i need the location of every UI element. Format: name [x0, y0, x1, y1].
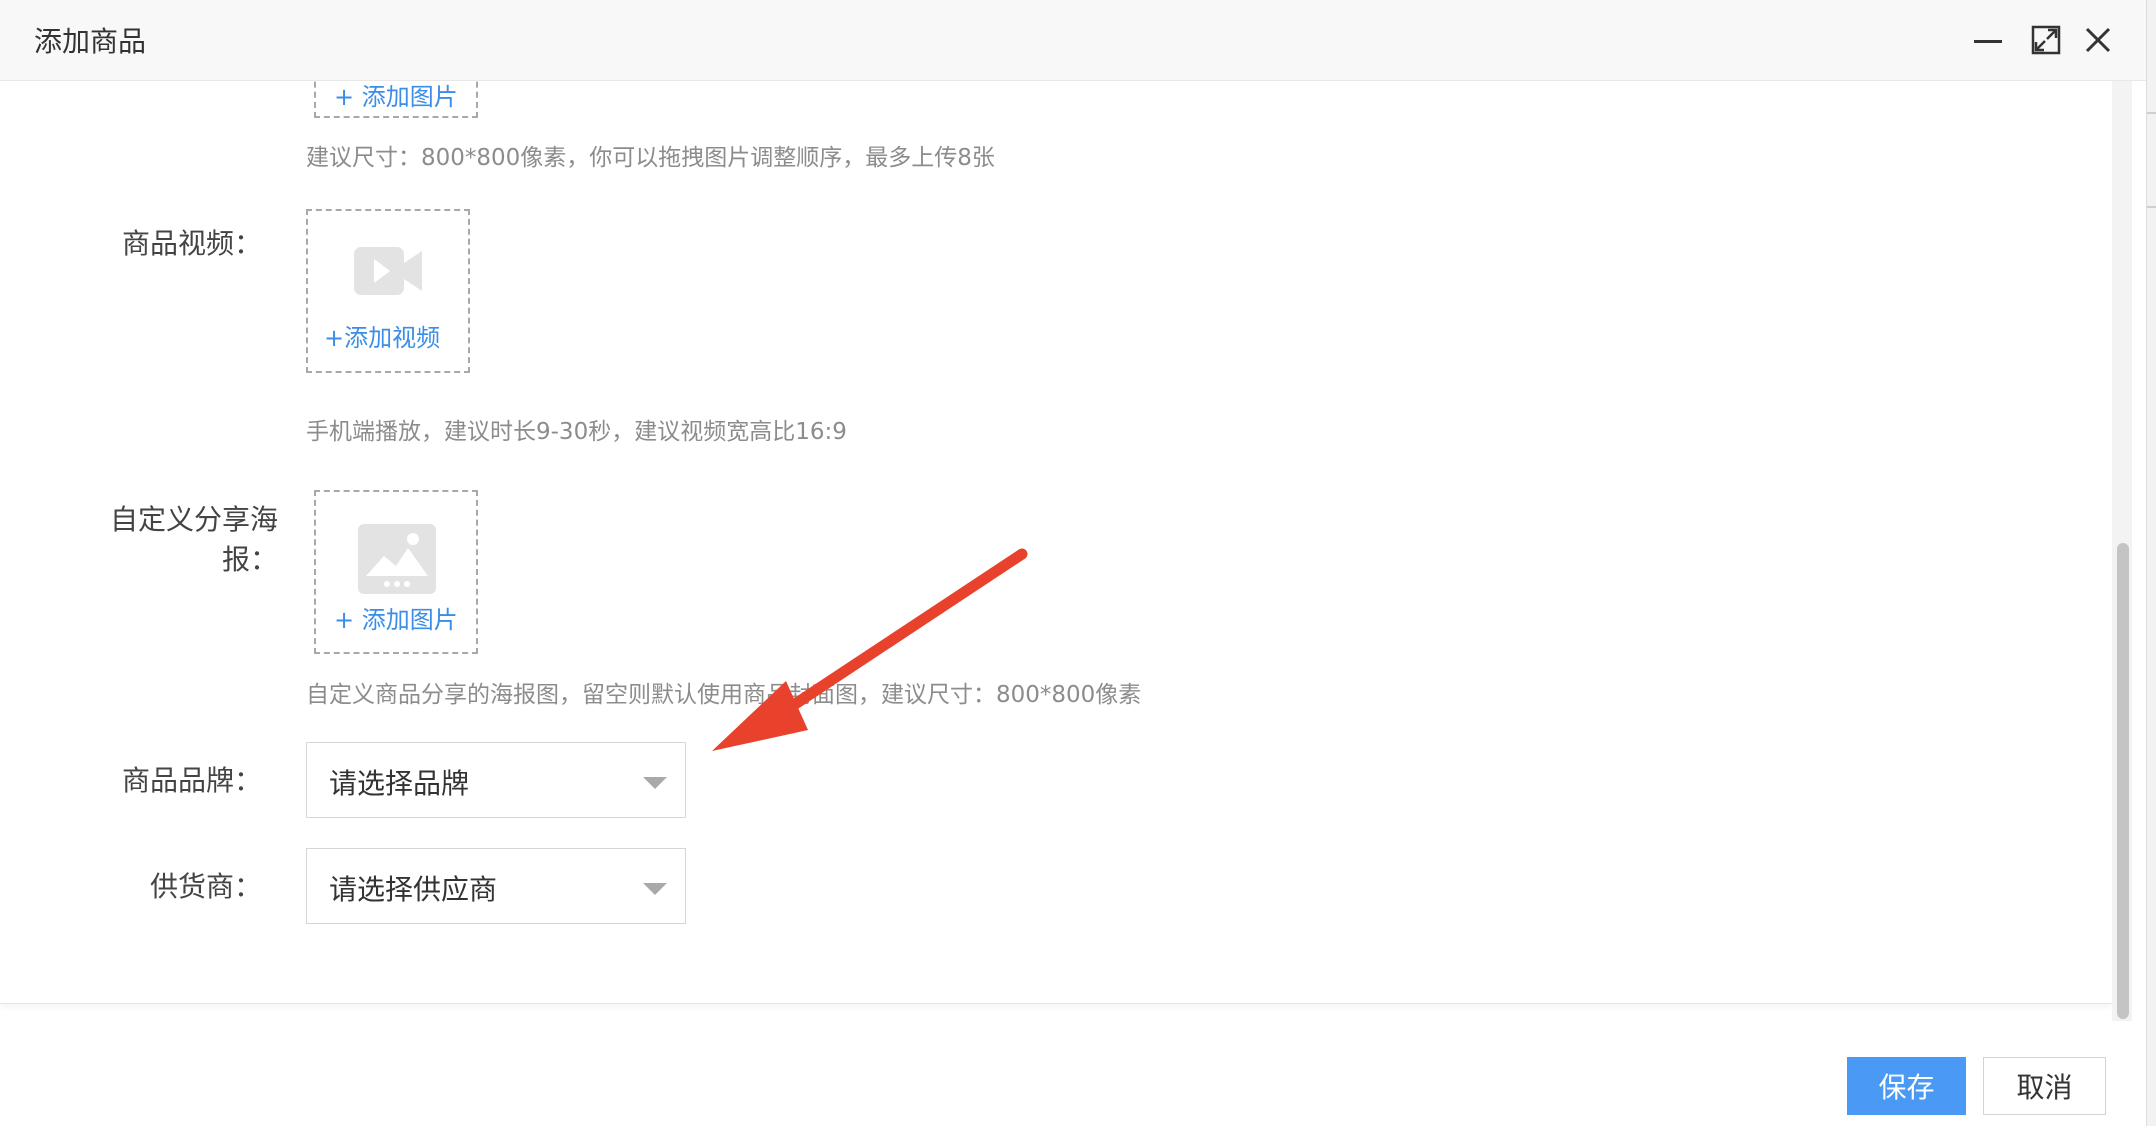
scrollbar-thumb[interactable] — [2117, 543, 2129, 1019]
add-video-link[interactable]: +添加视频 — [324, 318, 440, 353]
dialog-title: 添加商品 — [34, 25, 147, 58]
brand-select-placeholder: 请选择品牌 — [329, 767, 470, 800]
maximize-button[interactable] — [2024, 18, 2068, 62]
brand-select[interactable]: 请选择品牌 — [306, 742, 686, 818]
brand-label: 商品品牌： — [121, 764, 262, 797]
chevron-down-icon — [643, 883, 667, 895]
video-upload[interactable]: +添加视频 — [306, 209, 470, 373]
video-label: 商品视频： — [121, 227, 262, 260]
save-button[interactable]: 保存 — [1847, 1057, 1966, 1115]
minimize-button[interactable] — [1966, 18, 2010, 62]
video-camera-icon — [354, 247, 422, 295]
supplier-select[interactable]: 请选择供应商 — [306, 848, 686, 924]
poster-label-line2: 报： — [221, 543, 278, 576]
background-window-edge — [2146, 0, 2156, 1126]
supplier-select-placeholder: 请选择供应商 — [329, 873, 498, 906]
add-poster-image-link[interactable]: + 添加图片 — [334, 600, 458, 635]
cancel-button[interactable]: 取消 — [1983, 1057, 2106, 1115]
image-size-hint: 建议尺寸：800*800像素，你可以拖拽图片调整顺序，最多上传8张 — [306, 145, 995, 171]
image-placeholder-icon — [358, 524, 436, 594]
form-scroll-area: + 添加图片 建议尺寸：800*800像素，你可以拖拽图片调整顺序，最多上传8张… — [0, 81, 2112, 1004]
vertical-scrollbar[interactable] — [2112, 81, 2132, 1021]
close-button[interactable] — [2076, 18, 2120, 62]
chevron-down-icon — [643, 777, 667, 789]
dialog-titlebar: 添加商品 — [0, 0, 2146, 81]
add-image-link[interactable]: + 添加图片 — [334, 81, 458, 112]
supplier-label: 供货商： — [149, 870, 262, 903]
minimize-icon — [1974, 40, 2002, 43]
poster-label: 自定义分享海 报： — [60, 500, 278, 580]
maximize-icon — [2031, 25, 2061, 55]
poster-label-line1: 自定义分享海 — [109, 503, 278, 536]
add-product-dialog: 添加商品 + 添加图片 建议尺寸：800*800像素，你可以拖拽图片调整顺序，最… — [0, 0, 2146, 1126]
poster-hint: 自定义商品分享的海报图，留空则默认使用商品封面图，建议尺寸：800*800像素 — [306, 682, 1142, 708]
close-icon — [2085, 27, 2111, 53]
poster-upload[interactable]: + 添加图片 — [314, 490, 478, 654]
product-image-upload[interactable]: + 添加图片 — [314, 81, 478, 118]
video-hint: 手机端播放，建议时长9-30秒，建议视频宽高比16:9 — [306, 419, 847, 445]
